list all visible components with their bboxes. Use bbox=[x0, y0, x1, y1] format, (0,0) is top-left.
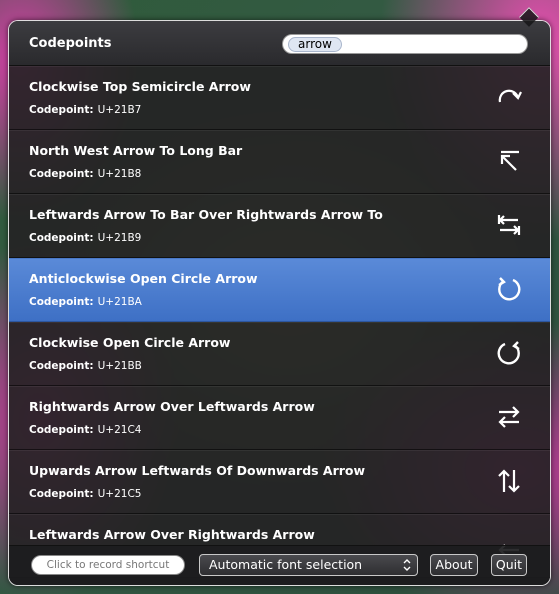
rightwards-over-leftwards-arrow-icon bbox=[494, 402, 524, 432]
list-item[interactable]: Upwards Arrow Leftwards Of Downwards Arr… bbox=[9, 450, 550, 514]
codepoint-value: Codepoint: U+21C5 bbox=[29, 488, 141, 500]
codepoint-name: Rightwards Arrow Over Leftwards Arrow bbox=[29, 399, 315, 414]
codepoint-value: Codepoint: U+21B9 bbox=[29, 232, 141, 244]
codepoint-code: U+21B8 bbox=[97, 168, 142, 180]
font-selection-value: Automatic font selection bbox=[209, 557, 363, 572]
codepoint-code: U+21B7 bbox=[97, 104, 142, 116]
codepoints-popover: Codepoints arrow Clockwise Top Semicircl… bbox=[8, 20, 551, 586]
clockwise-open-circle-arrow-icon bbox=[494, 338, 524, 368]
codepoint-code: U+21C4 bbox=[97, 424, 142, 436]
codepoint-value: Codepoint: U+21BA bbox=[29, 296, 142, 308]
codepoint-code: U+21BB bbox=[97, 360, 142, 372]
codepoint-name: North West Arrow To Long Bar bbox=[29, 143, 243, 158]
upwards-leftwards-of-downwards-arrow-icon bbox=[494, 466, 524, 496]
record-shortcut-field[interactable]: Click to record shortcut bbox=[31, 555, 185, 575]
codepoint-value: Codepoint: U+21C4 bbox=[29, 424, 141, 436]
codepoint-list[interactable]: Clockwise Top Semicircle Arrow Codepoint… bbox=[9, 66, 550, 578]
codepoint-label: Codepoint: bbox=[29, 104, 94, 116]
leftwards-rightwards-arrows-to-bar-icon bbox=[494, 210, 524, 240]
font-selection-dropdown[interactable]: Automatic font selection bbox=[199, 554, 418, 576]
codepoint-label: Codepoint: bbox=[29, 168, 94, 180]
codepoint-name: Anticlockwise Open Circle Arrow bbox=[29, 271, 258, 286]
codepoint-label: Codepoint: bbox=[29, 488, 94, 500]
footer-bar: Click to record shortcut Automatic font … bbox=[9, 545, 550, 585]
codepoint-name: Clockwise Open Circle Arrow bbox=[29, 335, 231, 350]
search-token[interactable]: arrow bbox=[288, 37, 342, 52]
search-field[interactable]: arrow bbox=[282, 34, 528, 54]
clockwise-top-semicircle-arrow-icon bbox=[494, 82, 524, 112]
list-item[interactable]: Leftwards Arrow To Bar Over Rightwards A… bbox=[9, 194, 550, 258]
codepoint-label: Codepoint: bbox=[29, 232, 94, 244]
north-west-arrow-to-long-bar-icon bbox=[494, 146, 524, 176]
codepoint-code: U+21BA bbox=[97, 296, 142, 308]
about-button[interactable]: About bbox=[430, 554, 478, 576]
codepoint-name: Leftwards Arrow To Bar Over Rightwards A… bbox=[29, 207, 383, 222]
codepoint-value: Codepoint: U+21B8 bbox=[29, 168, 141, 180]
updown-chevron-icon bbox=[403, 558, 411, 572]
codepoint-value: Codepoint: U+21BB bbox=[29, 360, 142, 372]
header-title: Codepoints bbox=[29, 36, 112, 51]
codepoint-label: Codepoint: bbox=[29, 424, 94, 436]
codepoint-name: Leftwards Arrow Over Rightwards Arrow bbox=[29, 527, 315, 542]
codepoint-code: U+21B9 bbox=[97, 232, 142, 244]
list-item[interactable]: Rightwards Arrow Over Leftwards Arrow Co… bbox=[9, 386, 550, 450]
list-item[interactable]: North West Arrow To Long Bar Codepoint: U… bbox=[9, 130, 550, 194]
anticlockwise-open-circle-arrow-icon bbox=[494, 274, 524, 304]
codepoint-label: Codepoint: bbox=[29, 296, 94, 308]
codepoint-value: Codepoint: U+21B7 bbox=[29, 104, 141, 116]
codepoint-name: Clockwise Top Semicircle Arrow bbox=[29, 79, 251, 94]
list-item[interactable]: Clockwise Top Semicircle Arrow Codepoint… bbox=[9, 66, 550, 130]
quit-button[interactable]: Quit bbox=[491, 554, 527, 576]
list-item-selected[interactable]: Anticlockwise Open Circle Arrow Codepoin… bbox=[9, 258, 550, 322]
codepoint-label: Codepoint: bbox=[29, 360, 94, 372]
header-bar: Codepoints arrow bbox=[9, 21, 550, 66]
list-item[interactable]: Clockwise Open Circle Arrow Codepoint: U+… bbox=[9, 322, 550, 386]
codepoint-code: U+21C5 bbox=[97, 488, 142, 500]
codepoint-name: Upwards Arrow Leftwards Of Downwards Arr… bbox=[29, 463, 366, 478]
